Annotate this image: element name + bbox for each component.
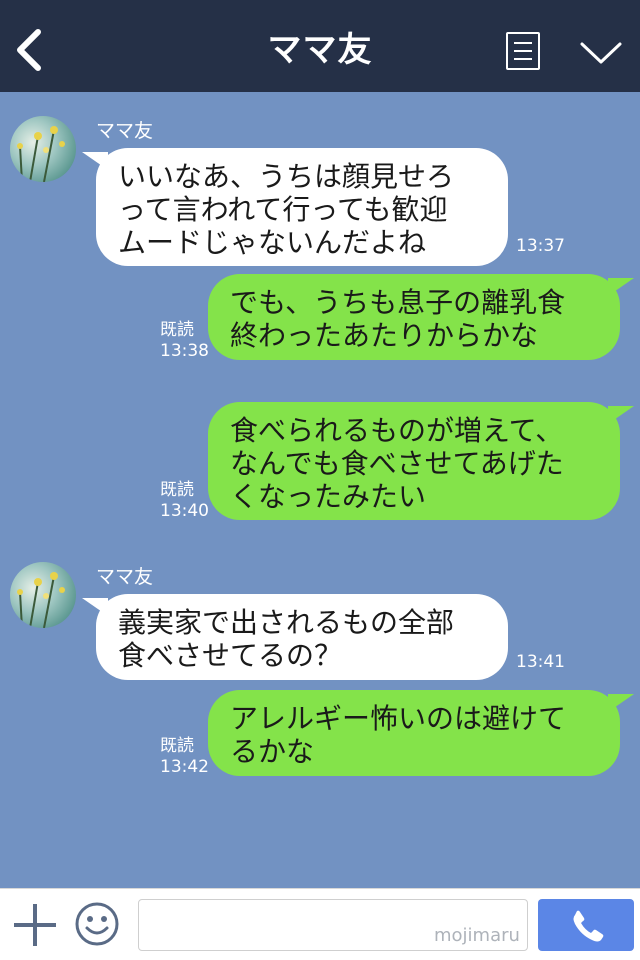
read-receipt: 既読 13:38 (160, 320, 209, 362)
message-line: でも、うちも息子の離乳食 (230, 286, 566, 319)
message-time: 13:37 (516, 236, 565, 256)
flower-avatar-image (17, 572, 65, 628)
smiley-icon (75, 902, 119, 946)
message-bubble-outgoing[interactable]: 食べられるものが増えて、 なんでも食べさせてあげた くなったみたい (208, 402, 634, 520)
watermark-text: mojimaru (434, 925, 520, 946)
message-time: 13:42 (160, 757, 209, 777)
message-line: アレルギー怖いのは避けて (230, 702, 567, 735)
phone-icon (573, 910, 604, 942)
message-bubble-outgoing[interactable]: アレルギー怖いのは避けて るかな (208, 690, 634, 776)
avatar[interactable] (10, 116, 76, 182)
sender-name: ママ友 (96, 566, 154, 588)
expand-menu-button[interactable] (578, 36, 624, 70)
message-line: 食べさせてるの？ (118, 639, 343, 672)
emoji-button[interactable] (74, 901, 120, 947)
message-line: ムードじゃないんだよね (118, 226, 427, 259)
message-line: って言われて行っても歓迎 (118, 193, 448, 226)
chevron-down-icon (580, 42, 622, 64)
message-line: いいなあ、うちは顔見せろ (118, 160, 455, 193)
message-bubble-incoming[interactable]: 義実家で出されるもの全部 食べさせてるの？ (82, 594, 508, 680)
message-line: るかな (230, 735, 315, 768)
sender-name: ママ友 (96, 120, 154, 142)
chat-area[interactable]: ママ友 いいなあ、うちは顔見せろ って言われて行っても歓迎 ムードじゃないんだよ… (0, 92, 640, 888)
message-line: くなったみたい (230, 480, 427, 513)
message-time: 13:38 (160, 341, 209, 361)
avatar[interactable] (10, 562, 76, 628)
read-label: 既読 (160, 736, 194, 756)
message-composer: mojimaru (0, 888, 640, 960)
message-line: 義実家で出されるもの全部 (118, 606, 455, 639)
read-receipt: 既読 13:42 (160, 736, 209, 778)
message-time: 13:40 (160, 501, 209, 521)
message-bubble-outgoing[interactable]: でも、うちも息子の離乳食 終わったあたりからかな (208, 274, 634, 360)
note-list-button[interactable] (506, 32, 540, 70)
call-button[interactable] (538, 899, 634, 951)
message-line: 終わったあたりからかな (230, 319, 539, 352)
message-line: なんでも食べさせてあげた (230, 447, 564, 480)
read-label: 既読 (160, 320, 194, 340)
message-line: 食べられるものが増えて、 (230, 414, 564, 447)
read-label: 既読 (160, 480, 194, 500)
chat-header: ママ友 (0, 0, 640, 92)
page-title: ママ友 (267, 30, 373, 70)
add-attachment-button[interactable] (14, 904, 56, 946)
message-time: 13:41 (516, 652, 565, 672)
flower-avatar-image (17, 126, 65, 182)
message-bubble-incoming[interactable]: いいなあ、うちは顔見せろ って言われて行っても歓迎 ムードじゃないんだよね (82, 148, 508, 266)
read-receipt: 既読 13:40 (160, 480, 209, 522)
